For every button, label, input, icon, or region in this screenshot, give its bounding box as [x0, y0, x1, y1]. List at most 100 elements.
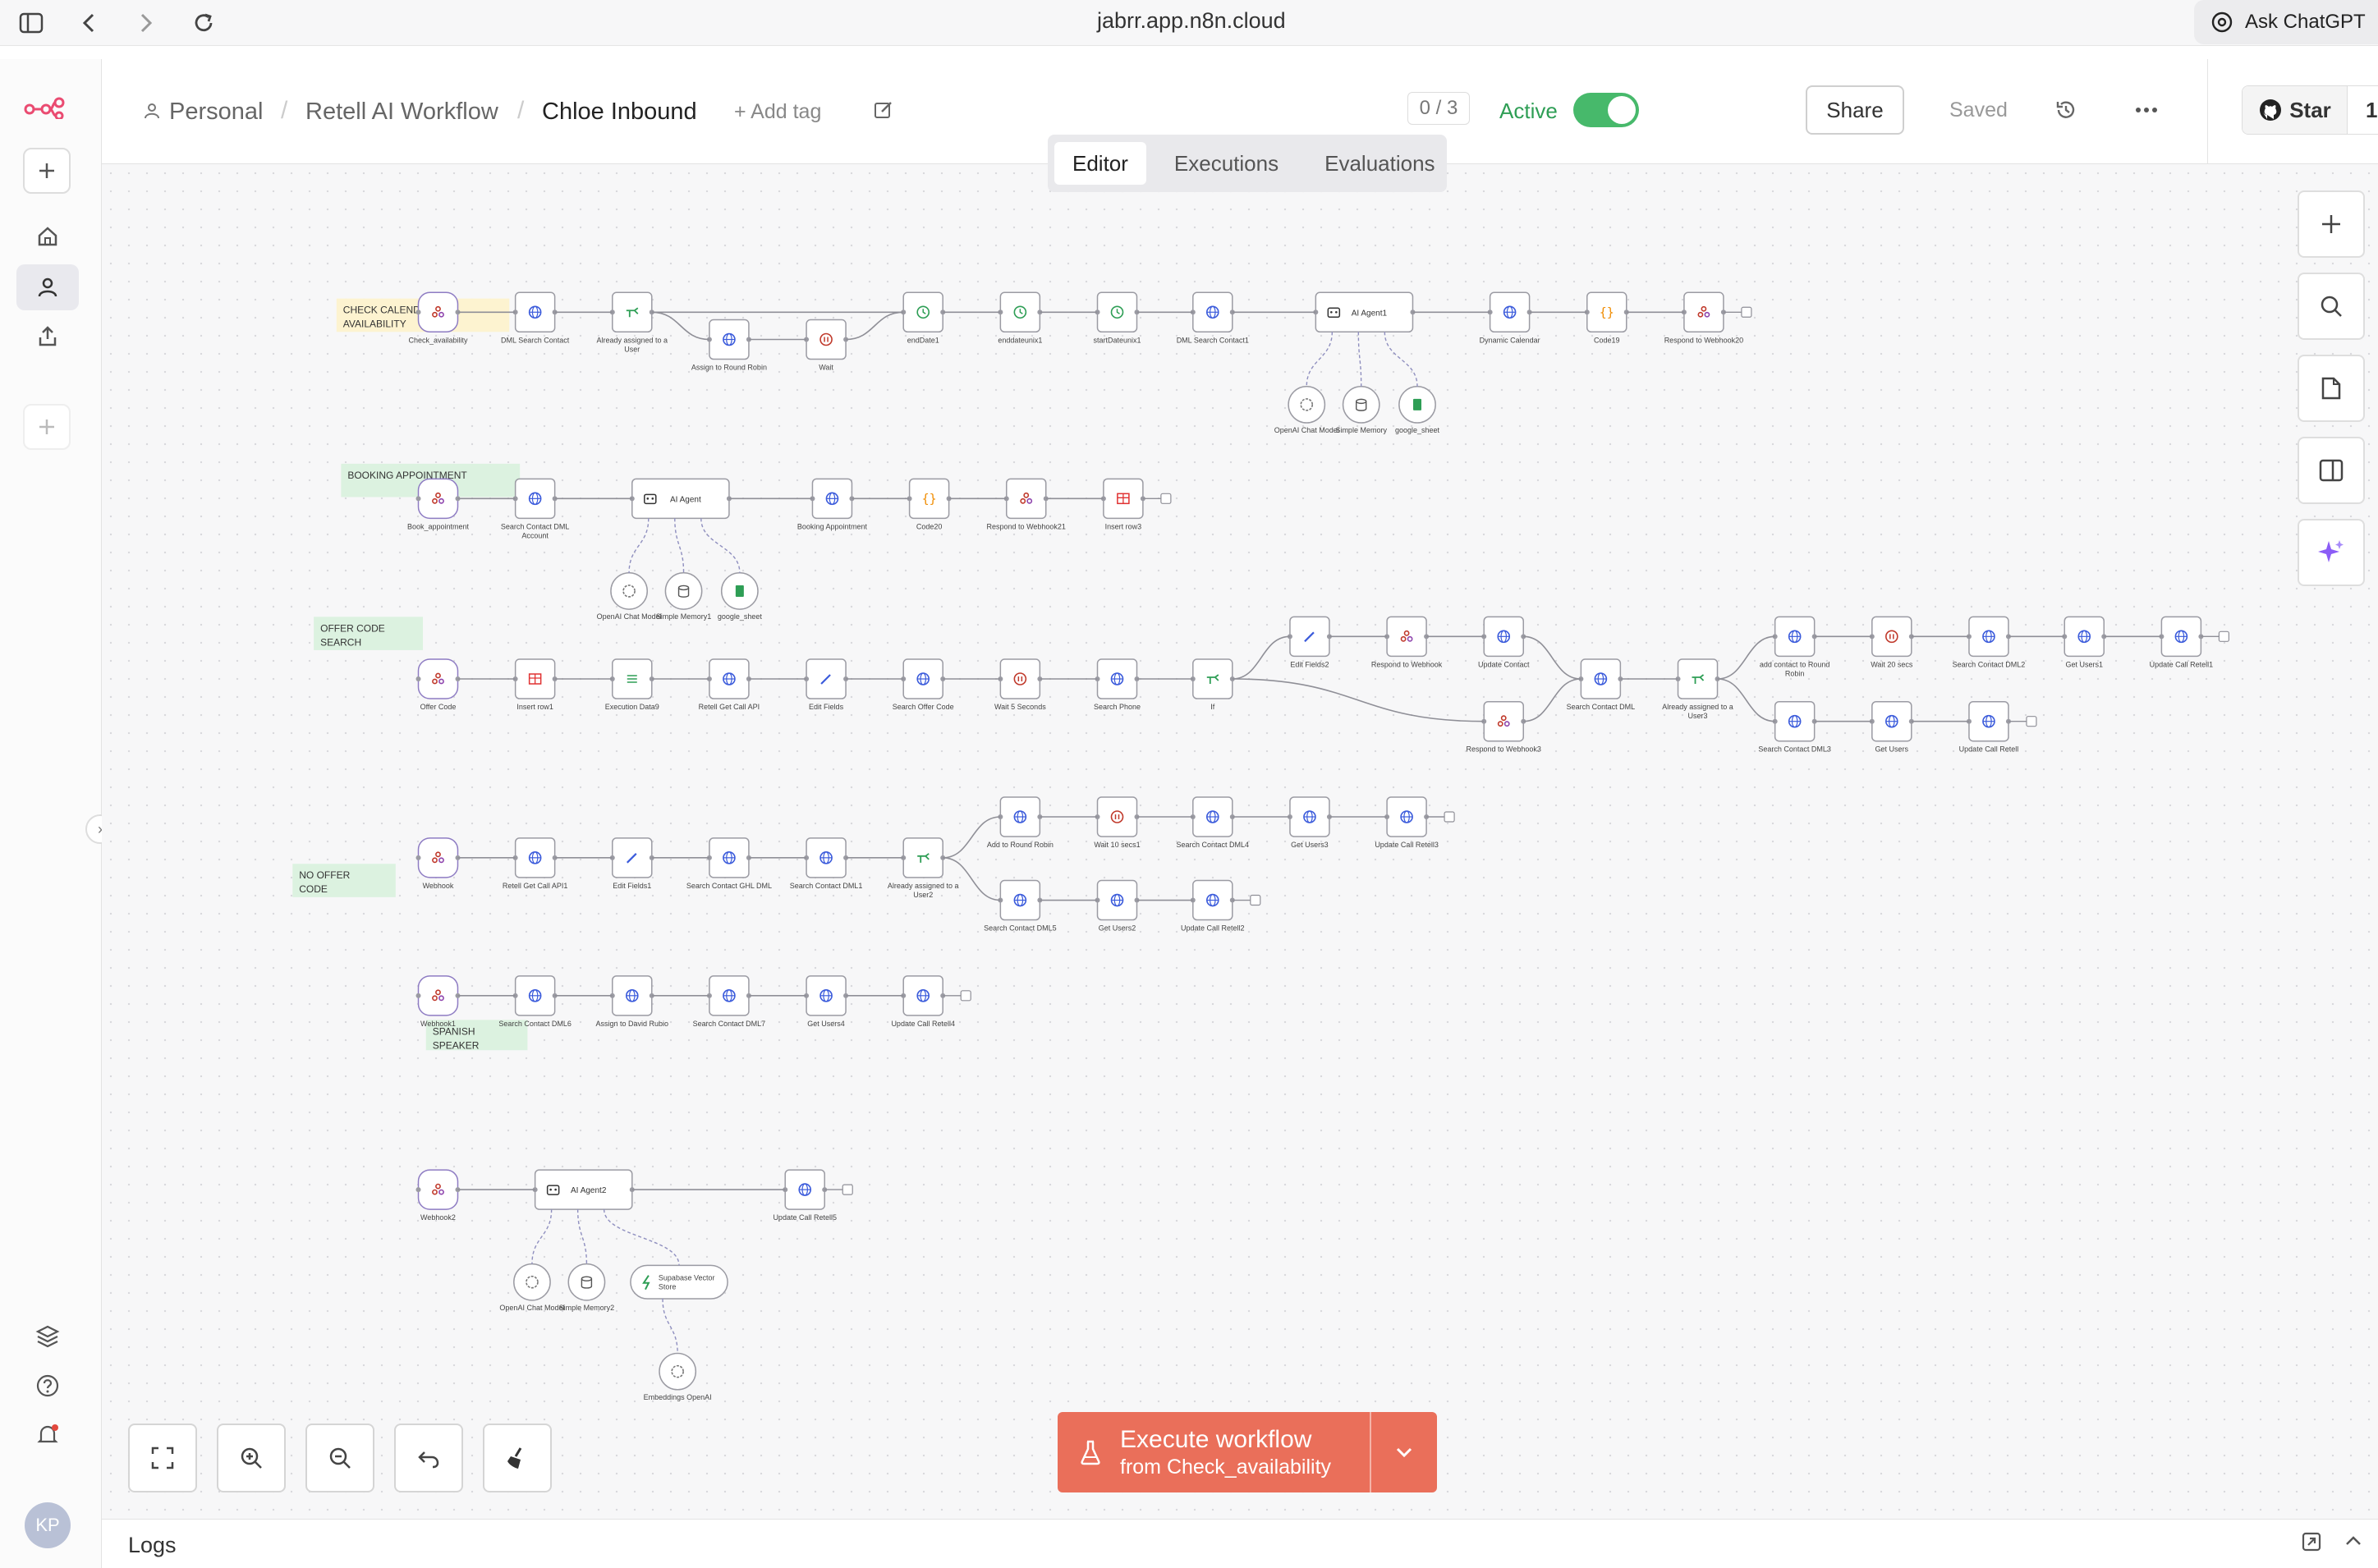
node-respond-to-webhook3[interactable]: Respond to Webhook3	[1467, 700, 1541, 754]
add-project-button[interactable]	[23, 404, 71, 450]
node-already-assigned-to-a-user[interactable]: Already assigned to aUser	[597, 291, 668, 353]
zoom-out-button[interactable]	[305, 1424, 374, 1492]
back-icon[interactable]	[72, 7, 105, 39]
node-code19[interactable]: {} Code19	[1584, 291, 1629, 344]
node-dml-search-contact1[interactable]: DML Search Contact1	[1177, 291, 1249, 344]
avatar[interactable]: KP	[25, 1502, 71, 1548]
node-assign-to-round-robin[interactable]: Assign to Round Robin	[691, 319, 767, 372]
node-insert-row1[interactable]: Insert row1	[512, 658, 558, 711]
breadcrumb-folder[interactable]: Retell AI Workflow	[305, 99, 498, 126]
active-toggle[interactable]	[1573, 93, 1639, 127]
connection[interactable]	[1523, 635, 1582, 680]
node-respond-to-webhook20[interactable]: Respond to Webhook20	[1664, 291, 1743, 344]
subnode-supabase-vector-store[interactable]: Supabase VectorStore	[630, 1264, 728, 1300]
node-offer-code[interactable]: Offer Code	[415, 658, 461, 711]
node-get-users1[interactable]: Get Users1	[2062, 616, 2107, 668]
share-upload-icon[interactable]	[16, 314, 79, 360]
node-if[interactable]: If	[1190, 658, 1235, 711]
node-update-call-retell4[interactable]: Update Call Retell4	[891, 975, 955, 1028]
node-wait-20-secs[interactable]: Wait 20 secs	[1869, 616, 1914, 668]
subnode-simple-memory[interactable]: Simple Memory	[1335, 385, 1387, 434]
github-star-button[interactable]: Star	[2243, 86, 2348, 134]
node-edit-fields1[interactable]: Edit Fields1	[609, 837, 654, 890]
help-icon[interactable]	[16, 1363, 79, 1409]
node-execution-data9[interactable]: Execution Data9	[605, 658, 659, 711]
node-search-contact-dml7[interactable]: Search Contact DML7	[693, 975, 766, 1028]
add-node-button[interactable]	[2298, 190, 2365, 258]
node-startdateunix1[interactable]: startDateunix1	[1093, 291, 1141, 344]
tab-executions[interactable]: Executions	[1156, 142, 1297, 185]
connection[interactable]	[1232, 678, 1485, 722]
address-bar[interactable]: jabrr.app.n8n.cloud	[1097, 8, 1286, 34]
subnode-simple-memory2[interactable]: Simple Memory2	[559, 1263, 615, 1312]
node-update-call-retell[interactable]: Update Call Retell	[1959, 700, 2019, 754]
node-enddate1[interactable]: endDate1	[901, 291, 946, 344]
workflow-graph[interactable]: CHECK CALENDARAVAILABILITYBOOKING APPOIN…	[102, 164, 2378, 1519]
node-already-assigned-to-a-user3[interactable]: Already assigned to aUser3	[1662, 658, 1733, 720]
chevron-up-icon[interactable]	[2344, 1531, 2363, 1557]
tidy-up-button[interactable]	[483, 1424, 552, 1492]
add-node-handle[interactable]	[1741, 306, 1752, 318]
node-enddateunix1[interactable]: enddateunix1	[998, 291, 1042, 344]
execute-workflow-button[interactable]: Execute workflow from Check_availability	[1058, 1412, 1437, 1492]
node-search-contact-dml3[interactable]: Search Contact DML3	[1758, 700, 1831, 754]
node-get-users[interactable]: Get Users	[1869, 700, 1914, 754]
add-node-handle[interactable]	[1160, 493, 1172, 504]
execute-dropdown-button[interactable]	[1370, 1412, 1437, 1492]
subnode-google-sheet[interactable]: google_sheet	[1395, 385, 1440, 434]
tab-editor[interactable]: Editor	[1054, 142, 1146, 185]
node-already-assigned-to-a-user2[interactable]: Already assigned to aUser2	[888, 837, 959, 899]
node-webhook2[interactable]: Webhook2	[415, 1169, 461, 1222]
home-icon[interactable]	[16, 213, 79, 259]
node-assign-to-david-rubio[interactable]: Assign to David Rubio	[596, 975, 669, 1028]
connection[interactable]	[943, 816, 1001, 859]
node-add-to-round-robin[interactable]: Add to Round Robin	[987, 796, 1054, 849]
more-options-icon[interactable]	[2128, 92, 2165, 128]
node-update-call-retell1[interactable]: Update Call Retell1	[2150, 616, 2214, 668]
node-update-call-retell3[interactable]: Update Call Retell3	[1375, 796, 1439, 849]
subnode-openai-chat-model[interactable]: OpenAI Chat Model	[597, 572, 662, 621]
github-star-widget[interactable]: Star 180,316	[2242, 85, 2378, 135]
workflow-canvas[interactable]: CHECK CALENDAR AVAILABILITY BOOKING APPOIN…	[102, 164, 2378, 1519]
subnode-simple-memory1[interactable]: Simple Memory1	[656, 572, 712, 621]
connection[interactable]	[1717, 678, 1775, 722]
sticky-note[interactable]: NO OFFER CODE	[292, 864, 396, 897]
node-webhook[interactable]: Webhook	[415, 837, 461, 890]
subnode-google-sheet[interactable]: google_sheet	[718, 572, 763, 621]
add-node-handle[interactable]	[960, 990, 971, 1002]
node-insert-row3[interactable]: Insert row3	[1100, 478, 1145, 530]
node-retell-get-call-api[interactable]: Retell Get Call API	[699, 658, 760, 711]
node-get-users2[interactable]: Get Users2	[1095, 879, 1140, 933]
side-panel-button[interactable]	[2298, 437, 2365, 504]
reload-icon[interactable]	[187, 7, 220, 39]
node-search-contact-dml[interactable]: Search Contact DML	[1567, 658, 1636, 711]
node-search-contact-dml6[interactable]: Search Contact DML6	[498, 975, 572, 1028]
subnode-openai-chat-model[interactable]: OpenAI Chat Model	[499, 1263, 564, 1312]
connection[interactable]	[1717, 635, 1775, 680]
create-button[interactable]	[23, 148, 71, 194]
fit-view-button[interactable]	[128, 1424, 197, 1492]
node-edit-fields[interactable]: Edit Fields	[804, 658, 849, 711]
node-add-contact-to-round-robin[interactable]: add contact to RoundRobin	[1760, 616, 1830, 677]
node-ai-agent1[interactable]: AI Agent1	[1313, 291, 1416, 333]
share-button[interactable]: Share	[1806, 85, 1904, 135]
add-node-handle[interactable]	[1444, 811, 1455, 823]
node-booking-appointment[interactable]: Booking Appointment	[797, 478, 868, 530]
ai-assistant-button[interactable]	[2298, 519, 2365, 586]
sticky-note[interactable]: OFFER CODE SEARCH	[314, 617, 424, 650]
add-node-handle[interactable]	[2218, 630, 2229, 642]
logs-panel-bar[interactable]: Logs	[102, 1519, 2378, 1568]
subnode-embeddings-openai[interactable]: Embeddings OpenAI	[644, 1352, 712, 1401]
add-node-handle[interactable]	[2026, 716, 2037, 727]
personal-icon[interactable]	[16, 264, 79, 310]
sticky-note-button[interactable]	[2298, 355, 2365, 422]
node-wait-10-secs1[interactable]: Wait 10 secs1	[1094, 796, 1141, 849]
subnode-openai-chat-model[interactable]: OpenAI Chat Model	[1274, 385, 1339, 434]
node-search-phone[interactable]: Search Phone	[1094, 658, 1141, 711]
node-code20[interactable]: {} Code20	[907, 478, 952, 530]
n8n-logo[interactable]	[16, 84, 79, 130]
node-retell-get-call-api1[interactable]: Retell Get Call API1	[503, 837, 568, 890]
edit-description-icon[interactable]	[865, 92, 902, 128]
node-search-contact-dml4[interactable]: Search Contact DML4	[1177, 796, 1250, 849]
node-dynamic-calendar[interactable]: Dynamic Calendar	[1480, 291, 1540, 344]
